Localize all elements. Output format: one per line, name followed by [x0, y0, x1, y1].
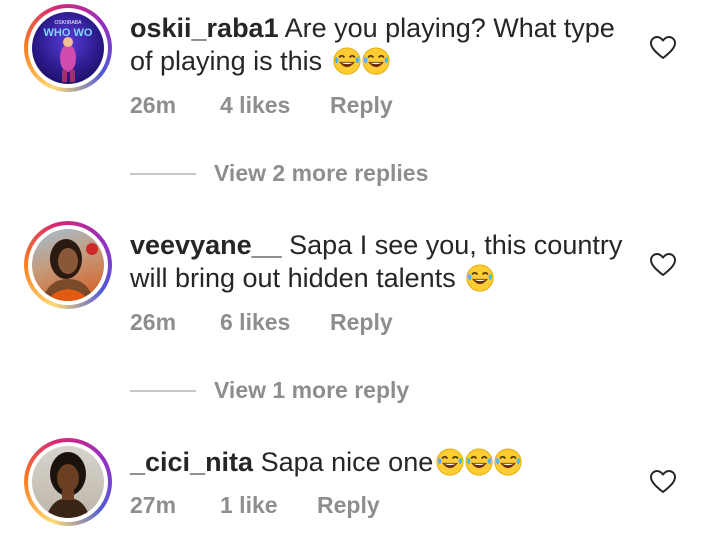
- face-with-tears-of-joy-icon: [436, 448, 464, 476]
- face-with-tears-of-joy-icon: [494, 448, 522, 476]
- comment-text: veevyane__ Sapa I see you, this country …: [130, 229, 630, 295]
- comment-likes[interactable]: 1 like: [220, 492, 317, 519]
- face-with-tears-of-joy-icon: [333, 47, 361, 75]
- comment-username[interactable]: _cici_nita: [130, 447, 253, 477]
- heart-outline-icon[interactable]: [650, 470, 676, 494]
- face-with-tears-of-joy-icon: [362, 47, 390, 75]
- divider-line: [130, 389, 196, 392]
- comment-text: _cici_nita Sapa nice one: [130, 446, 630, 479]
- reply-button[interactable]: Reply: [330, 92, 393, 119]
- comment-username[interactable]: oskii_raba1: [130, 13, 279, 43]
- comment-text: oskii_raba1 Are you playing? What type o…: [130, 12, 630, 78]
- comment-meta: 26m 4 likes Reply: [130, 92, 393, 119]
- view-replies[interactable]: View 2 more replies: [130, 160, 428, 187]
- view-replies-label[interactable]: View 2 more replies: [214, 160, 428, 187]
- reply-button[interactable]: Reply: [330, 309, 393, 336]
- view-replies[interactable]: View 1 more reply: [130, 377, 409, 404]
- avatar-small-text: OSKIIRABA: [55, 20, 83, 26]
- divider-line: [130, 172, 196, 175]
- heart-outline-icon[interactable]: [650, 253, 676, 277]
- comment-meta: 27m 1 like Reply: [130, 492, 380, 519]
- comment-username[interactable]: veevyane__: [130, 230, 282, 260]
- comment-time: 26m: [130, 92, 177, 118]
- face-with-tears-of-joy-icon: [466, 264, 494, 292]
- view-replies-label[interactable]: View 1 more reply: [214, 377, 409, 404]
- comment-time: 26m: [130, 309, 177, 335]
- comment-likes[interactable]: 6 likes: [220, 309, 330, 336]
- reply-button[interactable]: Reply: [317, 492, 380, 519]
- heart-outline-icon[interactable]: [650, 36, 676, 60]
- comment-likes[interactable]: 4 likes: [220, 92, 330, 119]
- avatar[interactable]: [24, 438, 112, 526]
- comment-time: 27m: [130, 492, 177, 518]
- avatar[interactable]: OSKIIRABA WHO WO: [24, 4, 112, 92]
- comment-meta: 26m 6 likes Reply: [130, 309, 393, 336]
- face-with-tears-of-joy-icon: [465, 448, 493, 476]
- comment-body: Sapa nice one: [260, 447, 434, 477]
- avatar[interactable]: [24, 221, 112, 309]
